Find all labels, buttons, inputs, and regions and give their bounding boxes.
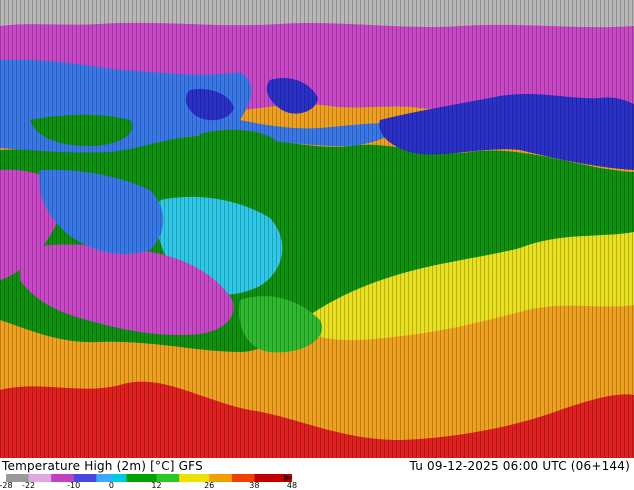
map-datetime: Tu 09-12-2025 06:00 UTC (06+144) <box>409 459 630 473</box>
colorbar-tick-label: -28 <box>0 481 13 490</box>
map-title: Temperature High (2m) [°C] GFS <box>2 459 203 473</box>
value-label-texture <box>0 0 634 458</box>
map-footer: Temperature High (2m) [°C] GFS Tu 09-12-… <box>0 458 634 490</box>
weather-map: Temperature High (2m) [°C] GFS Tu 09-12-… <box>0 0 634 490</box>
temperature-map-canvas <box>0 0 634 458</box>
colorbar-tick-label: 48 <box>286 481 298 490</box>
colorbar-tick-label: 26 <box>204 481 215 490</box>
colorbar-tick-label: 38 <box>249 481 260 490</box>
colorbar-tick-label: 0 <box>108 481 114 490</box>
colorbar-labels: -28 -22 -10 0 12 26 38 48 <box>0 481 300 490</box>
colorbar-tick-label: 12 <box>151 481 162 490</box>
colorbar-tick-label: -22 <box>22 481 36 490</box>
colorbar-tick-label: -10 <box>67 481 81 490</box>
